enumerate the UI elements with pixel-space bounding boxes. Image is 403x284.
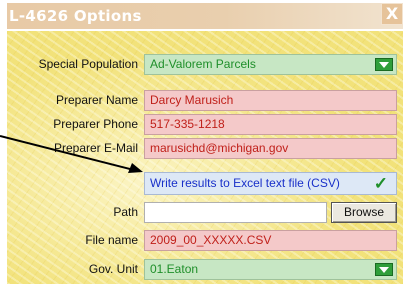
gov-unit-select[interactable]: 01.Eaton bbox=[144, 259, 397, 280]
preparer-phone-field[interactable]: 517-335-1218 bbox=[144, 114, 397, 135]
special-population-label: Special Population bbox=[38, 57, 138, 71]
checkmark-icon: ✓ bbox=[373, 174, 388, 193]
preparer-email-field[interactable]: marusichd@michigan.gov bbox=[144, 138, 397, 159]
write-csv-label: Write results to Excel text file (CSV) bbox=[150, 176, 340, 190]
chevron-down-icon[interactable] bbox=[375, 58, 393, 71]
options-dialog: L-4626 Options X Special Population Ad-V… bbox=[0, 0, 403, 284]
gov-unit-label: Gov. Unit bbox=[88, 262, 138, 276]
file-name-label: File name bbox=[85, 233, 138, 247]
dialog-title: L-4626 Options bbox=[7, 3, 403, 29]
write-csv-checkbox[interactable]: Write results to Excel text file (CSV) ✓ bbox=[144, 172, 397, 195]
preparer-phone-label: Preparer Phone bbox=[53, 117, 138, 131]
path-field[interactable] bbox=[144, 202, 327, 223]
path-label: Path bbox=[113, 205, 138, 219]
preparer-name-field[interactable]: Darcy Marusich bbox=[144, 90, 397, 111]
special-population-value: Ad-Valorem Parcels bbox=[150, 57, 256, 71]
preparer-email-label: Preparer E-Mail bbox=[53, 141, 138, 155]
chevron-down-icon[interactable] bbox=[375, 263, 393, 276]
preparer-name-label: Preparer Name bbox=[55, 93, 138, 107]
special-population-select[interactable]: Ad-Valorem Parcels bbox=[144, 54, 397, 75]
browse-button[interactable]: Browse bbox=[331, 202, 397, 223]
file-name-field[interactable]: 2009_00_XXXXX.CSV bbox=[144, 230, 397, 251]
gov-unit-value: 01.Eaton bbox=[150, 262, 199, 276]
close-icon[interactable]: X bbox=[381, 3, 403, 25]
options-panel: Special Population Ad-Valorem Parcels Pr… bbox=[7, 31, 403, 284]
